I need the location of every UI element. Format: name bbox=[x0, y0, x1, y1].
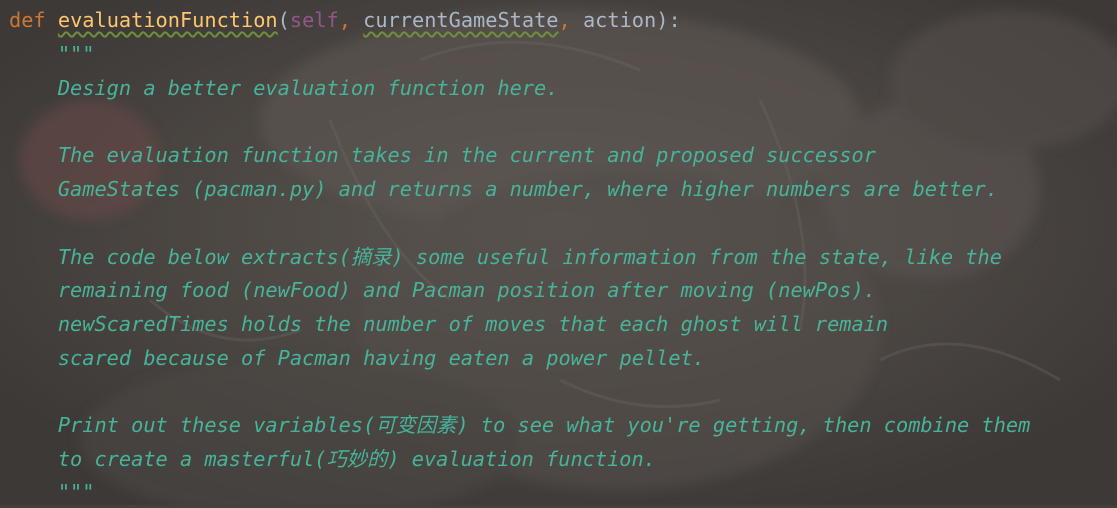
docstring-line: remaining food (newFood) and Pacman posi… bbox=[57, 278, 876, 302]
comma-separator: , bbox=[338, 8, 351, 32]
docstring-line: Design a better evaluation function here… bbox=[57, 76, 559, 100]
docstring-open-quotes: """ bbox=[57, 42, 95, 66]
close-paren-colon: ): bbox=[656, 8, 681, 32]
code-editor[interactable]: def evaluationFunction(self, currentGame… bbox=[0, 0, 1117, 505]
docstring-line: to create a masterful(巧妙的) evaluation fu… bbox=[57, 447, 656, 471]
docstring-line: GameStates (pacman.py) and returns a num… bbox=[57, 177, 999, 201]
docstring-line bbox=[9, 376, 58, 408]
docstring-line: The code below extracts(摘录) some useful … bbox=[57, 245, 1002, 269]
docstring-line: scared because of Pacman having eaten a … bbox=[57, 346, 705, 370]
self-parameter: self bbox=[289, 8, 339, 32]
open-paren: ( bbox=[277, 8, 290, 32]
parameter-action[interactable]: action bbox=[583, 8, 656, 32]
parameter-current-game-state[interactable]: currentGameState bbox=[363, 8, 558, 32]
comma-separator: , bbox=[558, 8, 571, 32]
def-keyword: def bbox=[9, 8, 46, 32]
function-name[interactable]: evaluationFunction bbox=[58, 8, 278, 32]
docstring-line: The evaluation function takes in the cur… bbox=[57, 143, 876, 167]
docstring-line bbox=[9, 207, 58, 239]
docstring-line bbox=[9, 106, 58, 138]
docstring-close-quotes: """ bbox=[57, 480, 95, 504]
docstring-line: Print out these variables(可变因素) to see w… bbox=[57, 413, 1031, 437]
docstring-line: newScaredTimes holds the number of moves… bbox=[57, 312, 889, 336]
code-line-function-def[interactable]: def evaluationFunction(self, currentGame… bbox=[9, 4, 681, 36]
